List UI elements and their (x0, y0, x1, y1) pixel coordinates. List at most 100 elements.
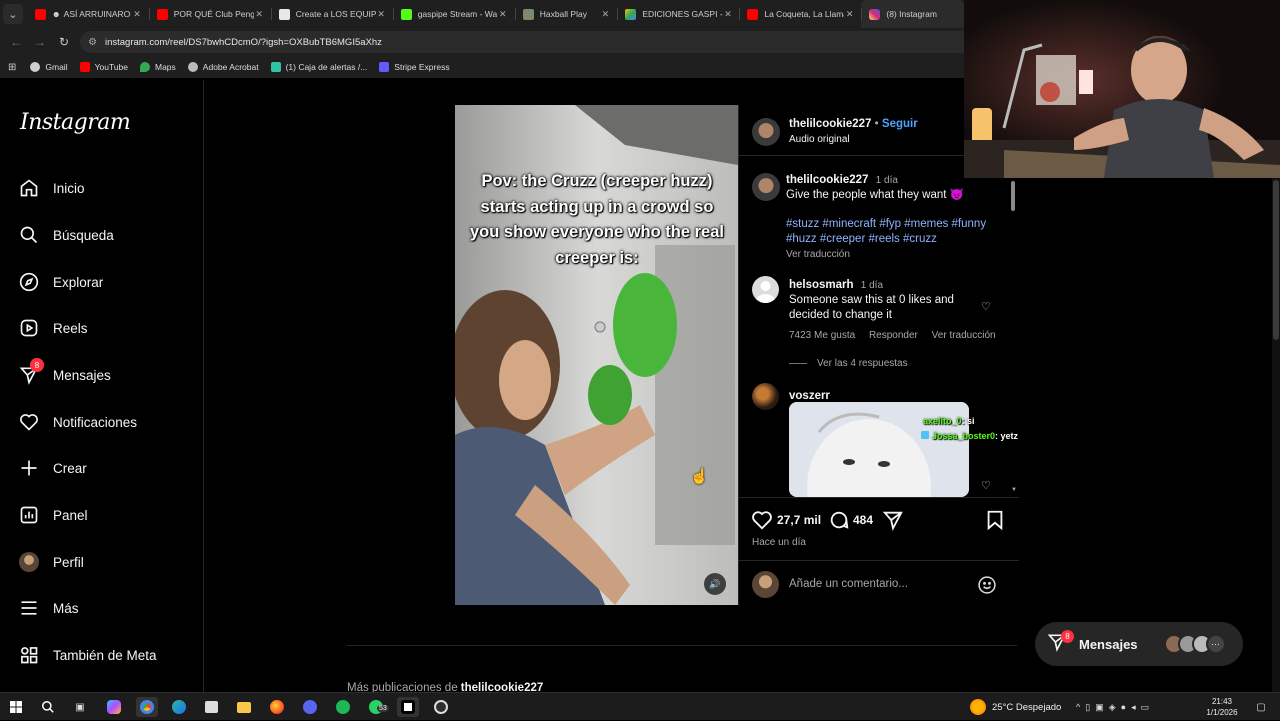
bookmark-stripe[interactable]: Stripe Express (379, 62, 450, 72)
sidebar-item-tambien-de-meta[interactable]: También de Meta (18, 640, 157, 670)
browser-tab[interactable]: La Coqueta, La Llama ✕ (739, 0, 861, 28)
page-scroll-thumb[interactable] (1273, 180, 1279, 340)
firefox-icon[interactable] (266, 697, 288, 717)
caption-hashtags[interactable]: #stuzz #minecraft #fyp #memes #funny #hu… (786, 217, 1001, 247)
spotify-icon[interactable] (332, 697, 354, 717)
browser-tab[interactable]: Haxball Play ✕ (514, 0, 618, 28)
comment-username[interactable]: helsosmarh (789, 279, 854, 291)
reel-video[interactable]: Pov: the Cruzz (creeper huzz) starts act… (455, 105, 738, 605)
store-icon[interactable] (200, 697, 222, 717)
comment-like-icon[interactable]: ♡ (981, 300, 991, 313)
caption-translate-link[interactable]: Ver traducción (786, 247, 1001, 262)
tab-close-icon[interactable]: ✕ (376, 9, 387, 20)
bookmark-maps[interactable]: Maps (140, 62, 176, 72)
sidebar-item-panel[interactable]: Panel (18, 500, 88, 530)
sidebar-item-reels[interactable]: Reels (18, 313, 88, 343)
browser-tab[interactable]: Create a LOS EQUIPC ✕ (270, 0, 393, 28)
browser-tab[interactable]: POR QUÉ Club Pengu ✕ (148, 0, 271, 28)
clock[interactable]: 21:43 1/1/2026 (1203, 696, 1241, 718)
obs-icon[interactable] (430, 697, 452, 717)
copilot-icon[interactable] (103, 697, 125, 717)
sidebar-item-mas[interactable]: Más (18, 593, 79, 623)
windows-start-icon[interactable] (5, 697, 27, 717)
weather-widget[interactable]: 25°C Despejado (970, 693, 1061, 721)
chrome-icon[interactable] (136, 697, 158, 717)
tab-search-button[interactable]: ⌄ (3, 4, 23, 24)
caption-avatar[interactable] (752, 173, 780, 201)
comment-input[interactable]: Añade un comentario... (789, 578, 908, 590)
messages-floating-button[interactable]: 8 Mensajes ⋯ (1035, 622, 1243, 666)
tab-close-icon[interactable]: ✕ (254, 9, 265, 20)
page-scrollbar[interactable] (1272, 178, 1280, 692)
forward-icon[interactable]: → (28, 35, 52, 49)
comment-likes[interactable]: 7423 Me gusta (789, 330, 855, 341)
author-avatar[interactable] (752, 118, 780, 146)
comments-list[interactable]: thelilcookie227 1 día Give the people wh… (739, 157, 1019, 517)
commenter-avatar[interactable] (752, 383, 779, 410)
sidebar-item-mensajes[interactable]: 8 Mensajes (18, 358, 111, 390)
sidebar-item-busqueda[interactable]: Búsqueda (18, 220, 114, 250)
comment-translate-link[interactable]: Ver traducción (932, 330, 996, 341)
commenter-avatar[interactable] (752, 276, 779, 303)
tab-close-icon[interactable]: ✕ (723, 9, 734, 20)
address-bar[interactable]: ⚙ instagram.com/reel/DS7bwhCDcmO/?igsh=O… (80, 31, 964, 53)
edge-icon[interactable] (168, 697, 190, 717)
audio-label[interactable]: Audio original (789, 134, 850, 145)
sidebar-item-crear[interactable]: Crear (18, 453, 87, 483)
more-icon: ⋯ (1205, 634, 1226, 654)
network-icon[interactable]: ▭ (1141, 702, 1155, 713)
browser-tab[interactable]: gaspipe Stream - Wa ✕ (392, 0, 515, 28)
comment-username[interactable]: voszerr (789, 390, 830, 402)
microphone-icon[interactable]: ● (1121, 702, 1131, 712)
app-tray-icon[interactable]: ◈ (1109, 702, 1121, 713)
sidebar-item-notificaciones[interactable]: Notificaciones (18, 407, 137, 437)
capcut-icon[interactable] (397, 697, 419, 717)
app-tray-icon[interactable]: ▣ (1095, 702, 1109, 713)
taskbar-search-icon[interactable] (37, 697, 59, 717)
sidebar-item-perfil[interactable]: Perfil (18, 547, 84, 577)
share-icon[interactable] (882, 509, 904, 536)
task-view-icon[interactable]: ▣ (69, 697, 91, 717)
caption-username[interactable]: thelilcookie227 (786, 174, 868, 186)
tab-close-icon[interactable]: ✕ (844, 9, 855, 20)
view-replies-link[interactable]: Ver las 4 respuestas (817, 358, 908, 369)
sidebar-item-explorar[interactable]: Explorar (18, 267, 103, 297)
author-username[interactable]: thelilcookie227 (789, 118, 871, 130)
file-explorer-icon[interactable] (233, 697, 255, 717)
volume-icon[interactable]: 🔊 (704, 573, 726, 595)
site-info-icon[interactable]: ⚙ (88, 37, 97, 48)
reload-icon[interactable]: ↻ (52, 35, 76, 49)
tab-close-icon[interactable]: ✕ (599, 9, 611, 20)
bookmark-gmail[interactable]: Gmail (30, 62, 68, 72)
sidebar-item-inicio[interactable]: Inicio (18, 173, 85, 203)
speaker-icon[interactable]: ◂ (1131, 702, 1141, 713)
bookmark-youtube[interactable]: YouTube (79, 62, 128, 72)
comments-count[interactable]: 484 (853, 513, 873, 527)
apps-grid-icon[interactable]: ⊞ (8, 62, 16, 73)
notifications-icon[interactable]: ▢ (1250, 697, 1272, 717)
whatsapp-icon[interactable]: 53 (365, 697, 389, 717)
comments-scroll-thumb[interactable] (1011, 181, 1015, 211)
system-tray-icons[interactable]: ^ ▯ ▣ ◈ ● ◂ ▭ (1076, 693, 1154, 721)
back-icon[interactable]: ← (4, 35, 28, 49)
instagram-logo[interactable]: Instagram (20, 110, 131, 135)
usb-icon[interactable]: ▯ (1085, 702, 1095, 713)
comment-like-icon[interactable]: ♡ (981, 479, 991, 492)
save-icon[interactable] (984, 509, 1006, 536)
browser-tab-active[interactable]: (8) Instagram (861, 0, 965, 28)
browser-tab[interactable]: ☻ ASÍ ARRUINARON ✕ (27, 0, 149, 28)
bookmark-acrobat[interactable]: Adobe Acrobat (187, 62, 259, 72)
emoji-icon[interactable] (977, 575, 997, 600)
bookmark-alerts[interactable]: (1) Caja de alertas /... (270, 62, 367, 72)
reply-button[interactable]: Responder (869, 330, 918, 341)
like-icon[interactable] (751, 509, 773, 536)
likes-count[interactable]: 27,7 mil (777, 513, 821, 527)
discord-icon[interactable] (299, 697, 321, 717)
comment-icon[interactable] (828, 509, 850, 536)
tab-close-icon[interactable]: ✕ (131, 9, 142, 20)
scroll-down-icon[interactable]: ▼ (1011, 487, 1017, 493)
browser-tab[interactable]: EDICIONES GASPI - G ✕ (617, 0, 739, 28)
chevron-up-icon[interactable]: ^ (1076, 702, 1085, 712)
tab-close-icon[interactable]: ✕ (497, 9, 509, 20)
follow-button[interactable]: Seguir (882, 118, 918, 130)
